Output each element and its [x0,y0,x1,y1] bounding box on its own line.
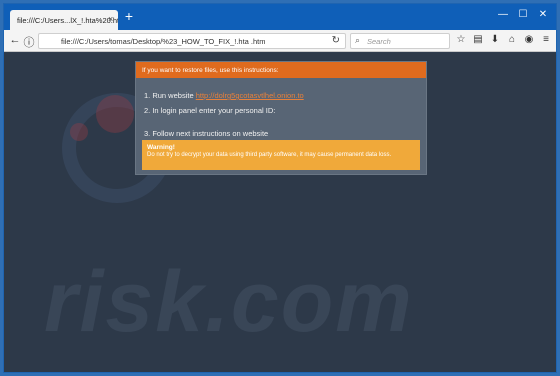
reload-icon[interactable]: ↻ [332,35,340,46]
watermark-text: risk.com [44,254,414,350]
maximize-icon[interactable]: ☐ [516,9,530,20]
search-icon: ⌕ [355,35,361,45]
step-1: 1. Run website http://dolrg5gcotasvtlhel… [144,91,304,100]
step-1-text: 1. Run website [144,91,194,100]
close-window-icon[interactable]: ✕ [536,9,550,20]
tab-title: file:///C:/Users...lX_!.hta%20.htm [17,16,118,25]
tab-close-icon[interactable]: × [108,14,113,24]
pocket-icon[interactable]: ◉ [522,34,536,45]
address-bar[interactable]: file:///C:/Users/tomas/Desktop/%23_HOW_T… [38,33,346,49]
step-3: 3. Follow next instructions on website [144,129,269,138]
menu-icon[interactable]: ≡ [539,34,553,45]
search-placeholder: Search [367,37,391,46]
navigation-bar: ← ⓘ file:///C:/Users/tomas/Desktop/%23_H… [4,30,556,52]
bookmark-star-icon[interactable]: ☆ [454,34,468,45]
tab-bar: file:///C:/Users...lX_!.hta%20.htm × + —… [4,4,556,30]
info-circle-icon[interactable]: ⓘ [22,34,36,50]
minimize-icon[interactable]: — [496,9,510,20]
page-content: risk.com If you want to restore files, u… [4,53,556,372]
url-text: file:///C:/Users/tomas/Desktop/%23_HOW_T… [61,37,266,46]
download-icon[interactable]: ⬇ [488,34,502,45]
onion-link[interactable]: http://dolrg5gcotasvtlhel.onion.to [196,91,304,100]
warning-title: Warning! [147,144,175,151]
browser-window: file:///C:/Users...lX_!.hta%20.htm × + —… [3,3,557,373]
browser-tab[interactable]: file:///C:/Users...lX_!.hta%20.htm × [10,10,118,30]
ransom-note: If you want to restore files, use this i… [135,61,427,175]
home-icon[interactable]: ⌂ [505,34,519,45]
back-arrow-icon[interactable]: ← [8,34,22,46]
warning-box: Warning! Do not try to decrypt your data… [142,140,420,170]
search-input[interactable]: ⌕ Search [350,33,450,49]
watermark-dot-small [70,123,88,141]
step-2: 2. In login panel enter your personal ID… [144,106,276,115]
ransom-header: If you want to restore files, use this i… [136,62,426,78]
watermark-dot [96,95,134,133]
library-icon[interactable]: ▤ [471,34,485,45]
new-tab-button[interactable]: + [122,9,136,23]
warning-text: Do not try to decrypt your data using th… [147,152,392,158]
